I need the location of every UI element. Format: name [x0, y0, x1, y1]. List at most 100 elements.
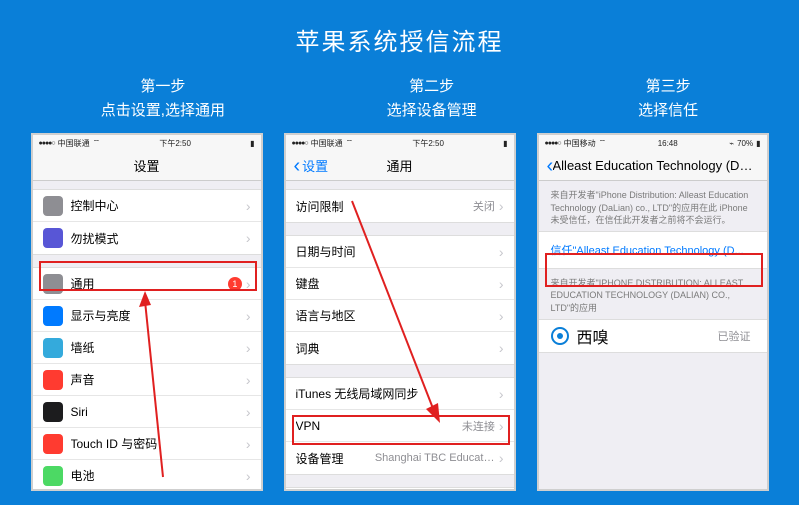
row-restrictions[interactable]: 访问限制关闭› [286, 190, 514, 222]
step-1-num: 第一步 [101, 75, 225, 99]
step-2: 第二步 选择设备管理 [387, 75, 477, 123]
step-3: 第三步 选择信任 [638, 75, 698, 123]
steps-header: 第一步 点击设置,选择通用 第二步 选择设备管理 第三步 选择信任 [0, 75, 799, 123]
touchid-icon [43, 434, 63, 454]
step-3-num: 第三步 [638, 75, 698, 99]
group-3: iTunes 无线局域网同步›VPN未连接›设备管理Shanghai TBC E… [286, 377, 514, 475]
nav-bar: 设置 [33, 151, 261, 181]
row-itunes-wifi-sync[interactable]: iTunes 无线局域网同步› [286, 378, 514, 410]
general-icon [43, 274, 63, 294]
row-label: 控制中心 [71, 197, 246, 214]
row-touchid[interactable]: Touch ID 与密码› [33, 428, 261, 460]
carrier-label: 中国移动 [564, 138, 596, 149]
screen-1-settings: ●●●●○ 中国联通 ⌔ 下午2:50 ▮ 设置 控制中心›勿扰模式› 通用1›… [31, 133, 263, 491]
time-label: 下午2:50 [412, 138, 444, 149]
row-battery[interactable]: 电池› [33, 460, 261, 491]
developer-desc-2: 来自开发者"IPHONE DISTRIBUTION: ALLEAST EDUCA… [539, 269, 767, 319]
row-device-management[interactable]: 设备管理Shanghai TBC Education Dev...› [286, 442, 514, 474]
group-2: 通用1›显示与亮度›墙纸›声音›Siri›Touch ID 与密码›电池›隐私› [33, 267, 261, 491]
signal-dots-icon: ●●●●○ [39, 140, 55, 147]
screen-2-general: ●●●●○ 中国联通 ⌔ 下午2:50 ▮ 设置 通用 访问限制关闭› 日期与时… [284, 133, 516, 491]
carrier-label: 中国联通 [58, 138, 90, 149]
group-1: 访问限制关闭› [286, 189, 514, 223]
row-label: 设备管理 [296, 450, 375, 467]
nav-bar: Alleast Education Technology (DaLia... [539, 151, 767, 181]
wifi-icon: ⌔ [599, 138, 607, 148]
row-date-time[interactable]: 日期与时间› [286, 236, 514, 268]
row-value: 关闭 [473, 198, 495, 214]
battery-icon: ▮ [503, 139, 507, 148]
row-label: Touch ID 与密码 [71, 435, 246, 452]
status-bar: ●●●●○ 中国联通 ⌔ 下午2:50 ▮ [286, 135, 514, 151]
signal-dots-icon: ●●●●○ [292, 140, 308, 147]
row-wallpaper[interactable]: 墙纸› [33, 332, 261, 364]
wallpaper-icon [43, 338, 63, 358]
app-icon [551, 327, 569, 345]
nav-title: 设置 [133, 156, 159, 175]
step-2-text: 选择设备管理 [387, 99, 477, 123]
row-sounds[interactable]: 声音› [33, 364, 261, 396]
back-button[interactable]: 设置 [294, 156, 329, 175]
row-regulatory[interactable]: 监管› [286, 488, 514, 491]
row-label: 显示与亮度 [71, 307, 246, 324]
battery-icon: ▮ [250, 139, 254, 148]
step-2-num: 第二步 [387, 75, 477, 99]
bluetooth-icon: ⌁ [729, 139, 734, 148]
group-4: 监管› [286, 487, 514, 491]
row-value: 未连接 [462, 418, 495, 434]
row-label: 词典 [296, 340, 499, 357]
row-label: 通用 [71, 275, 228, 292]
trust-developer-link[interactable]: 信任"Alleast Education Technology (D... [539, 231, 767, 269]
wifi-icon: ⌔ [346, 138, 354, 148]
row-siri[interactable]: Siri› [33, 396, 261, 428]
row-label: 电池 [71, 467, 246, 484]
group-2: 日期与时间›键盘›语言与地区›词典› [286, 235, 514, 365]
row-label: iTunes 无线局域网同步 [296, 385, 499, 402]
battery-label: 70% [737, 139, 753, 148]
row-value: Shanghai TBC Education Dev... [375, 452, 495, 464]
app-name: 西嗅 [577, 324, 718, 348]
row-label: 勿扰模式 [71, 230, 246, 247]
row-keyboard[interactable]: 键盘› [286, 268, 514, 300]
row-vpn[interactable]: VPN未连接› [286, 410, 514, 442]
time-label: 下午2:50 [159, 138, 191, 149]
row-do-not-disturb[interactable]: 勿扰模式› [33, 222, 261, 254]
row-label: 声音 [71, 371, 246, 388]
control-center-icon [43, 196, 63, 216]
row-general[interactable]: 通用1› [33, 268, 261, 300]
row-dictionary[interactable]: 词典› [286, 332, 514, 364]
battery-icon [43, 466, 63, 486]
status-bar: ●●●●○ 中国联通 ⌔ 下午2:50 ▮ [33, 135, 261, 151]
badge: 1 [228, 277, 242, 291]
row-label: Siri [71, 405, 246, 419]
step-1-text: 点击设置,选择通用 [101, 99, 225, 123]
developer-desc-1: 来自开发者"iPhone Distribution: Alleast Educa… [539, 181, 767, 231]
battery-icon: ▮ [756, 139, 760, 148]
row-display[interactable]: 显示与亮度› [33, 300, 261, 332]
app-row[interactable]: 西嗅 已验证 [539, 319, 767, 353]
app-status: 已验证 [718, 328, 751, 344]
row-label: 访问限制 [296, 198, 473, 215]
time-label: 16:48 [658, 139, 678, 148]
screen-3-trust: ●●●●○ 中国移动 ⌔ 16:48 ⌁ 70% ▮ Alleast Educa… [537, 133, 769, 491]
siri-icon [43, 402, 63, 422]
row-label: VPN [296, 419, 462, 433]
nav-title: Alleast Education Technology (DaLia... [553, 158, 753, 173]
step-3-text: 选择信任 [638, 99, 698, 123]
display-icon [43, 306, 63, 326]
do-not-disturb-icon [43, 228, 63, 248]
row-label: 语言与地区 [296, 307, 499, 324]
signal-dots-icon: ●●●●○ [545, 140, 561, 147]
carrier-label: 中国联通 [311, 138, 343, 149]
status-bar: ●●●●○ 中国移动 ⌔ 16:48 ⌁ 70% ▮ [539, 135, 767, 151]
row-control-center[interactable]: 控制中心› [33, 190, 261, 222]
row-label: 日期与时间 [296, 243, 499, 260]
nav-title: 通用 [386, 156, 412, 175]
row-language-region[interactable]: 语言与地区› [286, 300, 514, 332]
sounds-icon [43, 370, 63, 390]
wifi-icon: ⌔ [93, 138, 101, 148]
page-title: 苹果系统授信流程 [0, 0, 799, 57]
step-1: 第一步 点击设置,选择通用 [101, 75, 225, 123]
row-label: 键盘 [296, 275, 499, 292]
group-1: 控制中心›勿扰模式› [33, 189, 261, 255]
